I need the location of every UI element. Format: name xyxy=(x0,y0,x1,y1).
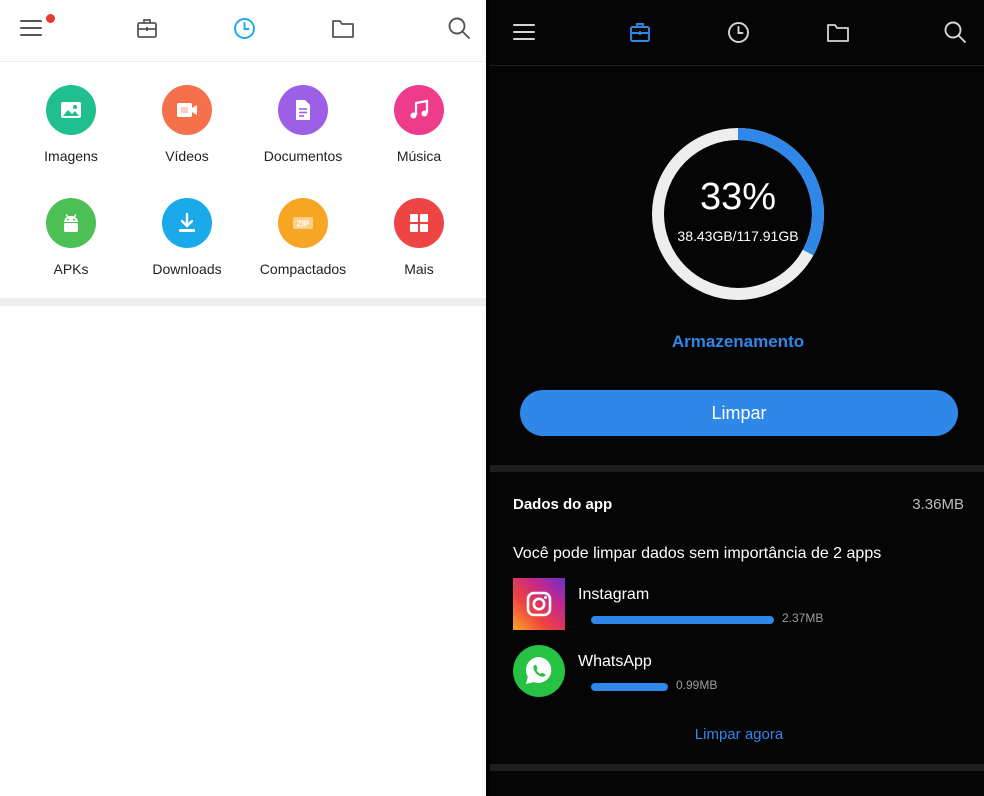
app-size-bar-fill xyxy=(591,683,668,691)
category-documents[interactable]: Documentos xyxy=(245,85,361,164)
app-size-bar xyxy=(591,616,774,624)
category-icon-bg xyxy=(394,85,444,135)
app-size-bar-fill xyxy=(591,616,774,624)
category-icon-bg xyxy=(394,198,444,248)
image-icon xyxy=(61,102,81,118)
category-label: APKs xyxy=(53,261,89,277)
section-divider xyxy=(490,764,984,771)
file-manager-light-screen: Imagens Vídeos Documentos Música APKs Do… xyxy=(0,0,486,796)
grid-icon xyxy=(410,214,428,232)
app-size-bar xyxy=(591,683,668,691)
android-icon xyxy=(64,214,78,232)
category-icon-bg xyxy=(46,198,96,248)
app-size-label: 2.37MB xyxy=(782,611,824,625)
folder-icon[interactable] xyxy=(331,17,355,39)
app-row-whatsapp[interactable]: WhatsApp 0.99MB xyxy=(513,645,963,699)
category-icon-bg xyxy=(162,85,212,135)
section-divider xyxy=(490,465,984,472)
app-data-size: 3.36MB xyxy=(912,496,964,513)
instagram-icon xyxy=(513,578,565,630)
category-label: Compactados xyxy=(259,261,347,277)
cleaner-dark-screen: 33% 38.43GB/117.91GB Armazenamento Limpa… xyxy=(490,0,984,796)
category-downloads[interactable]: Downloads xyxy=(129,198,245,277)
menu-icon[interactable] xyxy=(513,22,535,42)
category-music[interactable]: Música xyxy=(361,85,477,164)
clean-button[interactable]: Limpar xyxy=(520,390,958,436)
storage-usage: 38.43GB/117.91GB xyxy=(677,228,799,244)
recent-clock-icon[interactable] xyxy=(233,17,256,40)
notification-dot-icon xyxy=(46,14,55,23)
app-name: WhatsApp xyxy=(578,653,652,670)
category-icon-bg xyxy=(46,85,96,135)
clean-now-link[interactable]: Limpar agora xyxy=(640,726,838,743)
top-navigation-bar xyxy=(0,0,486,62)
storage-title-link[interactable]: Armazenamento xyxy=(590,332,886,352)
category-label: Imagens xyxy=(44,148,98,164)
app-row-instagram[interactable]: Instagram 2.37MB xyxy=(513,578,963,632)
category-icon-bg xyxy=(278,85,328,135)
menu-icon[interactable] xyxy=(20,18,42,38)
top-navigation-bar xyxy=(490,0,984,66)
search-icon[interactable] xyxy=(943,20,967,44)
section-divider xyxy=(0,298,486,306)
category-apks[interactable]: APKs xyxy=(13,198,129,277)
zip-text: ZIP xyxy=(297,220,310,229)
category-label: Mais xyxy=(404,261,434,277)
whatsapp-icon xyxy=(513,645,565,697)
search-icon[interactable] xyxy=(447,16,471,40)
app-data-hint: Você pode limpar dados sem importância d… xyxy=(513,545,882,562)
category-compressed[interactable]: ZIP Compactados xyxy=(245,198,361,277)
storage-percent: 33% xyxy=(699,176,777,218)
app-size-label: 0.99MB xyxy=(676,678,718,692)
category-label: Vídeos xyxy=(165,148,209,164)
music-icon xyxy=(410,99,429,119)
download-icon xyxy=(179,212,195,232)
category-label: Música xyxy=(396,148,442,164)
category-icon-bg: ZIP xyxy=(278,198,328,248)
category-icon-bg xyxy=(162,198,212,248)
folder-icon[interactable] xyxy=(826,21,850,43)
category-label: Downloads xyxy=(152,261,222,277)
app-name: Instagram xyxy=(578,586,650,603)
recent-clock-icon[interactable] xyxy=(727,21,750,44)
category-images[interactable]: Imagens xyxy=(13,85,129,164)
video-icon xyxy=(177,103,197,117)
app-data-title: Dados do app xyxy=(513,496,613,513)
category-videos[interactable]: Vídeos xyxy=(129,85,245,164)
category-more[interactable]: Mais xyxy=(361,198,477,277)
document-icon xyxy=(296,100,310,120)
toolbox-icon[interactable] xyxy=(629,21,651,43)
zip-icon: ZIP xyxy=(293,217,313,229)
category-label: Documentos xyxy=(263,148,343,164)
toolbox-icon[interactable] xyxy=(136,17,158,39)
